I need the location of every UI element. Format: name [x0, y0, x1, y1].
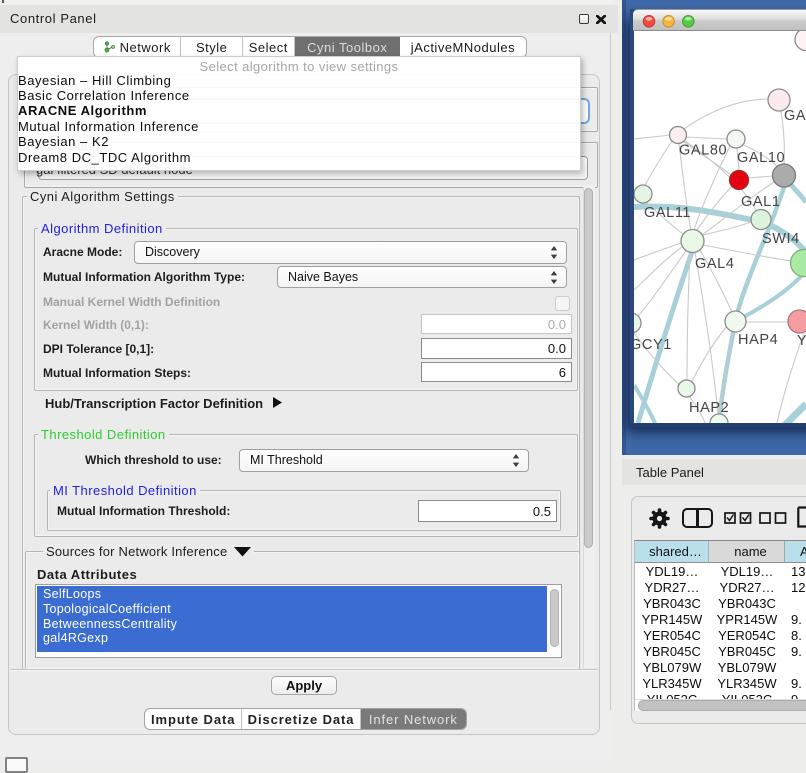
- svg-text:SWI4: SWI4: [762, 231, 800, 247]
- svg-text:GAL2: GAL2: [784, 108, 806, 124]
- svg-text:GCY1: GCY1: [634, 337, 672, 353]
- svg-text:GAL1: GAL1: [741, 194, 780, 210]
- svg-text:YJ: YJ: [797, 333, 806, 349]
- svg-text:GAL11: GAL11: [644, 205, 691, 221]
- svg-text:HAP4: HAP4: [738, 332, 778, 348]
- svg-text:HAP2: HAP2: [689, 400, 729, 416]
- svg-text:GAL10: GAL10: [737, 150, 785, 166]
- svg-text:GAL4: GAL4: [695, 256, 734, 272]
- svg-text:GAL80: GAL80: [679, 143, 727, 159]
